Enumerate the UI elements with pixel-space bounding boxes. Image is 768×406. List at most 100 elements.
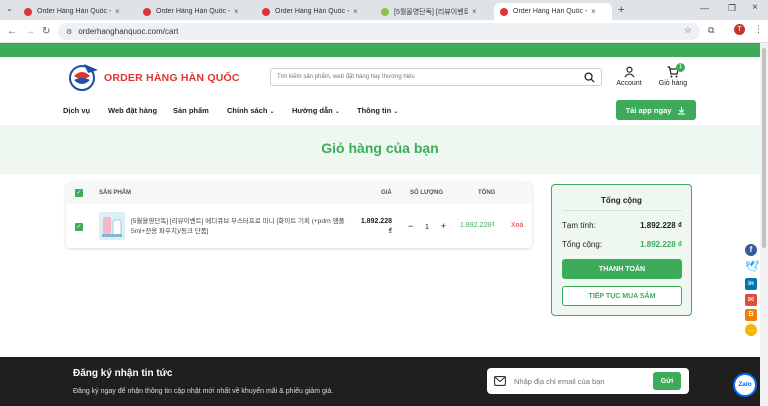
email-icon[interactable]: ✉ (745, 294, 757, 306)
facebook-icon[interactable]: f (745, 244, 757, 256)
site-favicon-icon (500, 7, 508, 16)
line-total: 1.892.228₫ (460, 222, 495, 229)
subtotal-label: Tạm tính: (562, 221, 596, 230)
close-icon[interactable]: × (472, 7, 477, 16)
decrease-quantity-button[interactable]: − (408, 221, 413, 233)
column-header-product: SẢN PHẨM (99, 190, 132, 196)
reload-icon[interactable]: ↻ (42, 26, 50, 37)
continue-shopping-button[interactable]: TIẾP TỤC MUA SẮM (562, 286, 682, 306)
mail-icon (494, 376, 506, 386)
browser-tab[interactable]: Order Hàng Hàn Quốc - Mua H × (256, 3, 374, 20)
page-hero: Giỏ hàng của bạn (0, 125, 760, 174)
newsletter-description: Đăng ký ngay để nhận thông tin cập nhật … (73, 388, 334, 395)
menu-label: Hướng dẫn (292, 106, 333, 115)
newsletter-email-input[interactable] (514, 374, 634, 388)
chat-icon[interactable]: … (745, 324, 757, 336)
bookmark-star-icon[interactable]: ☆ (684, 25, 692, 36)
browser-tab[interactable]: [5월올영단독] [리뷰이벤트] 메 × (375, 3, 493, 20)
cart-button[interactable]: 1 Giỏ hàng (656, 63, 690, 87)
product-thumbnail[interactable] (99, 212, 125, 240)
menu-item-order-sites[interactable]: Web đặt hàng (108, 106, 157, 115)
quantity-stepper: − 1 + (408, 221, 446, 233)
close-icon[interactable]: × (234, 7, 239, 16)
close-icon[interactable]: × (591, 7, 596, 16)
subtotal-value: 1.892.228 ₫ (640, 221, 682, 230)
tab-search-icon[interactable]: ⌄ (6, 4, 13, 13)
forward-arrow-icon[interactable]: → (25, 26, 35, 37)
top-banner-strip (0, 43, 760, 57)
chevron-down-icon: ⌄ (393, 109, 399, 115)
quantity-value[interactable]: 1 (425, 221, 429, 233)
total-label: Tổng cộng: (562, 240, 603, 249)
menu-item-guide[interactable]: Hướng dẫn ⌄ (292, 106, 340, 115)
summary-divider (562, 210, 682, 211)
account-button[interactable]: Account (612, 66, 646, 87)
url-text: orderhanghanquoc.com/cart (78, 27, 179, 36)
product-price: 1.892.228 ₫ (360, 218, 392, 235)
cart-label: Giỏ hàng (658, 80, 688, 87)
browser-tab[interactable]: Order Hàng Hàn Quốc - Mua H × (18, 3, 136, 20)
total-row: Tổng cộng: 1.892.228 ₫ (562, 240, 682, 249)
remove-item-button[interactable]: Xoá (511, 222, 523, 229)
download-icon (678, 106, 686, 115)
tab-label: [5월올영단독] [리뷰이벤트] 메 (394, 8, 468, 16)
maximize-icon[interactable]: ❐ (728, 3, 736, 14)
select-all-checkbox[interactable]: ✓ (75, 189, 83, 197)
search-input[interactable]: Tìm kiếm sản phẩm, web đặt hàng hay thươ… (270, 68, 602, 86)
scrollbar-thumb[interactable] (762, 48, 766, 248)
newsletter-form: Gửi (487, 368, 689, 394)
search-icon[interactable] (584, 72, 595, 83)
twitter-icon[interactable]: 🕊 (745, 261, 759, 273)
back-arrow-icon[interactable]: ← (7, 26, 17, 37)
tab-label: Order Hàng Hàn Quốc - Mua H (513, 8, 587, 15)
site-favicon-icon (381, 7, 389, 16)
menu-item-info[interactable]: Thông tin ⌄ (357, 106, 398, 115)
zalo-chat-button[interactable]: Zalo (733, 373, 757, 397)
menu-label: Thông tin (357, 106, 392, 115)
blogger-icon[interactable]: B (745, 309, 757, 321)
site-info-icon[interactable]: ⚙ (66, 28, 72, 36)
newsletter-title: Đăng ký nhận tin tức (73, 368, 173, 379)
tab-label: Order Hàng Hàn Quốc - Mua H (37, 8, 111, 15)
summary-title: Tổng cộng (601, 196, 642, 205)
url-field[interactable]: ⚙ orderhanghanquoc.com/cart ☆ (58, 23, 700, 40)
menu-item-services[interactable]: Dịch vụ (63, 106, 90, 115)
subtotal-row: Tạm tính: 1.892.228 ₫ (562, 221, 682, 230)
new-tab-button[interactable]: + (618, 4, 624, 16)
menu-item-policy[interactable]: Chính sách ⌄ (227, 106, 275, 115)
increase-quantity-button[interactable]: + (441, 221, 446, 233)
app-button-label: Tải app ngay (625, 105, 672, 115)
menu-item-products[interactable]: Sản phẩm (173, 106, 209, 115)
minimize-icon[interactable]: — (700, 3, 709, 13)
address-bar: ← → ↻ ⚙ orderhanghanquoc.com/cart ☆ ⧉ T … (0, 20, 768, 43)
column-header-quantity: SỐ LƯỢNG (410, 190, 444, 196)
brand-logo-icon[interactable] (66, 62, 100, 92)
profile-avatar[interactable]: T (734, 24, 745, 35)
browser-tab-active[interactable]: Order Hàng Hàn Quốc - Mua H × (494, 3, 612, 20)
site-favicon-icon (24, 7, 32, 16)
close-icon[interactable]: × (353, 7, 358, 16)
tab-label: Order Hàng Hàn Quốc - Mua H (275, 8, 349, 15)
search-placeholder: Tìm kiếm sản phẩm, web đặt hàng hay thươ… (277, 74, 415, 80)
chevron-down-icon: ⌄ (269, 109, 275, 115)
total-value: 1.892.228 ₫ (640, 240, 682, 249)
browser-tab-bar: Order Hàng Hàn Quốc - Mua H × Order Hàng… (0, 0, 768, 20)
newsletter-submit-button[interactable]: Gửi (653, 372, 681, 390)
product-name[interactable]: [5월올영단독] [리뷰이벤트] 메디큐브 부스터프로 미니 [화이트 기획 (… (131, 217, 361, 237)
linkedin-icon[interactable]: in (745, 278, 757, 290)
close-icon[interactable]: × (115, 7, 120, 16)
cart-count-badge: 1 (676, 63, 685, 72)
user-icon (623, 66, 635, 78)
checkout-button[interactable]: THANH TOÁN (562, 259, 682, 279)
browser-tab[interactable]: Order Hàng Hàn Quốc - Cửa hà × (137, 3, 255, 20)
column-header-total: TỔNG (478, 190, 496, 196)
window-close-icon[interactable]: × (752, 2, 758, 13)
page-title: Giỏ hàng của bạn (321, 140, 439, 156)
download-app-button[interactable]: Tải app ngay (616, 100, 696, 120)
site-favicon-icon (262, 7, 270, 16)
product-image-icon (102, 217, 122, 237)
item-checkbox[interactable]: ✓ (75, 223, 83, 231)
extensions-icon[interactable]: ⧉ (708, 25, 714, 36)
brand-name[interactable]: ORDER HÀNG HÀN QUỐC (104, 72, 240, 84)
browser-menu-icon[interactable]: ⋮ (754, 24, 763, 35)
